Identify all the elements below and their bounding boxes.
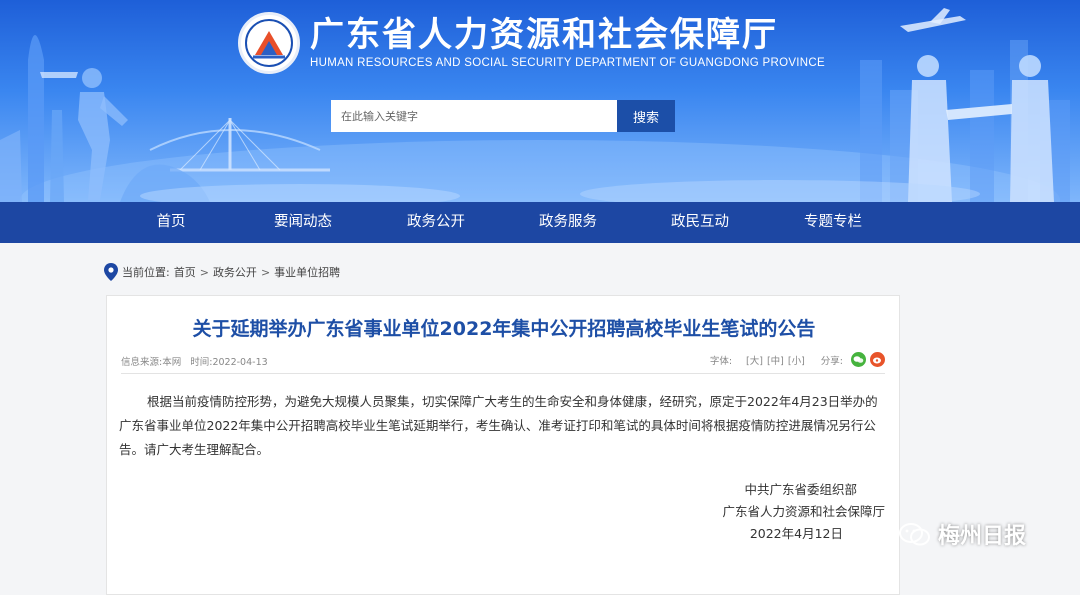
location-pin-icon (104, 263, 118, 281)
article-meta: 信息来源:本网 时间:2022-04-13 (121, 354, 268, 368)
signature-org-department: 中共广东省委组织部 (744, 482, 857, 497)
source-label: 信息来源: (121, 357, 163, 368)
breadcrumb-item-recruitment[interactable]: 事业单位招聘 (274, 264, 340, 280)
time-label: 时间: (190, 357, 213, 368)
watermark-text: 梅州日报 (938, 524, 1027, 549)
source-value: 本网 (162, 357, 182, 368)
time-value: 2022-04-13 (212, 357, 268, 368)
article-body: 根据当前疫情防控形势，为避免大规模人员聚集，切实保障广大考生的生命安全和身体健康… (119, 394, 878, 457)
divider (121, 373, 885, 374)
site-subtitle: HUMAN RESOURCES AND SOCIAL SECURITY DEPA… (310, 57, 825, 69)
breadcrumb-item-home[interactable]: 首页 (174, 264, 196, 280)
article-tools: 字体: [大] [中] [小] 分享: (710, 352, 885, 367)
signature-hrss-department: 广东省人力资源和社会保障厅 (722, 504, 885, 519)
search-button[interactable]: 搜索 (617, 100, 675, 132)
nav-item-news[interactable]: 要闻动态 (243, 202, 363, 243)
wechat-share-icon[interactable] (851, 352, 866, 367)
department-emblem-icon (238, 12, 300, 74)
breadcrumb-item-government-affairs[interactable]: 政务公开 (213, 264, 257, 280)
breadcrumb: 当前位置: 首页 > 政务公开 > 事业单位招聘 (104, 262, 340, 282)
main-nav: 首页 要闻动态 政务公开 政务服务 政民互动 专题专栏 (0, 202, 1080, 243)
nav-item-special-topics[interactable]: 专题专栏 (773, 202, 893, 243)
wechat-logo-icon (899, 523, 930, 546)
nav-item-home[interactable]: 首页 (111, 202, 231, 243)
weibo-share-icon[interactable] (870, 352, 885, 367)
site-logo[interactable]: 广东省人力资源和社会保障厅 HUMAN RESOURCES AND SOCIAL… (238, 12, 825, 74)
nav-item-interaction[interactable]: 政民互动 (640, 202, 760, 243)
search-bar: 搜索 (331, 100, 675, 132)
font-size-small[interactable]: [小] (788, 353, 805, 367)
share-label: 分享: (820, 355, 843, 367)
watermark: 梅州日报 (898, 518, 1026, 550)
font-size-label: 字体: (709, 355, 733, 367)
breadcrumb-separator: > (260, 265, 271, 279)
font-size-large[interactable]: [大] (746, 353, 763, 367)
nav-item-government-affairs[interactable]: 政务公开 (376, 202, 496, 243)
search-input[interactable] (331, 100, 617, 132)
breadcrumb-prefix: 当前位置: (122, 266, 170, 279)
article-card: 关于延期举办广东省事业单位2022年集中公开招聘高校毕业生笔试的公告 信息来源:… (106, 295, 900, 595)
site-header: 广东省人力资源和社会保障厅 HUMAN RESOURCES AND SOCIAL… (0, 0, 1080, 202)
signature-date: 2022年4月12日 (749, 526, 843, 541)
nav-item-government-services[interactable]: 政务服务 (508, 202, 628, 243)
site-title: 广东省人力资源和社会保障厅 (310, 15, 778, 55)
breadcrumb-separator: > (199, 265, 209, 279)
article-title: 关于延期举办广东省事业单位2022年集中公开招聘高校毕业生笔试的公告 (192, 318, 816, 340)
font-size-medium[interactable]: [中] (767, 353, 784, 367)
